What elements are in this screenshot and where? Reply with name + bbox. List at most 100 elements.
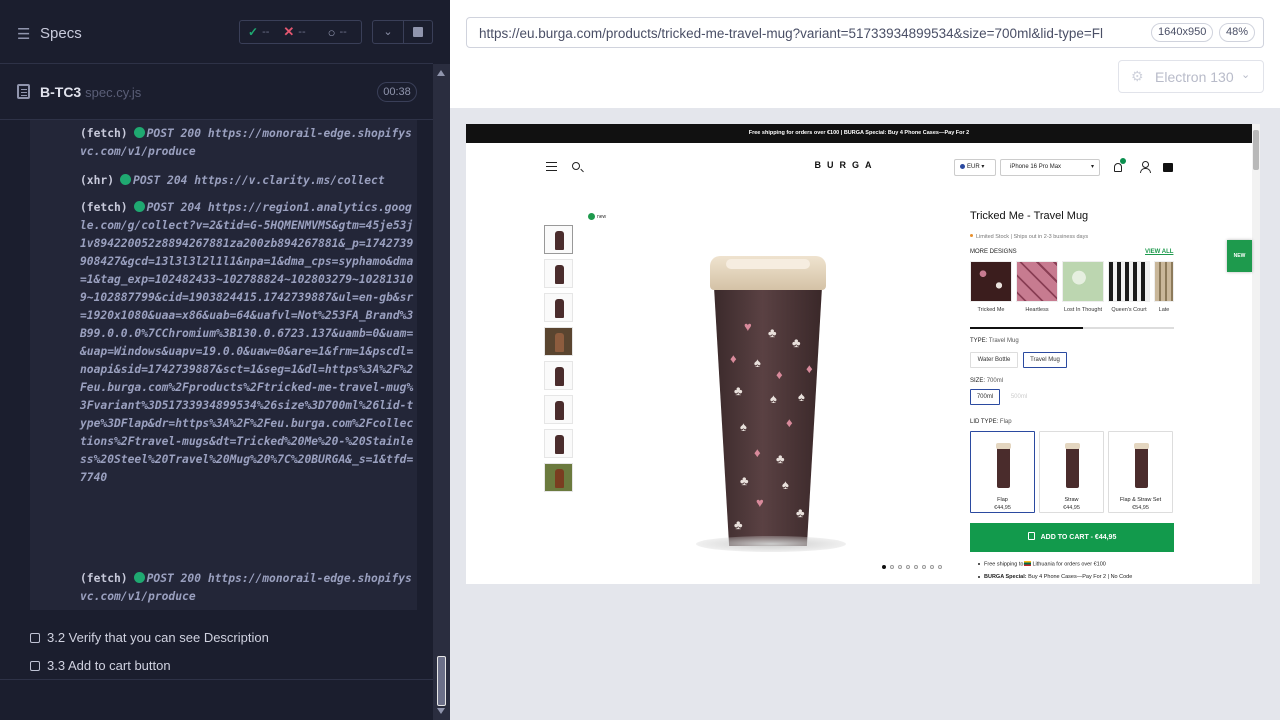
stop-button[interactable] [404, 20, 433, 44]
design-name: Queen's Court [1111, 307, 1147, 313]
aut-iframe[interactable]: Free shipping for orders over €100 | BUR… [466, 124, 1260, 584]
scroll-up-icon[interactable] [437, 70, 445, 76]
spec-extension: spec.cy.js [85, 85, 142, 100]
design-swatch[interactable] [1108, 261, 1150, 302]
design-swatch[interactable] [1062, 261, 1104, 302]
size-option-500ml[interactable]: 500ml [1004, 389, 1034, 405]
log-entry[interactable]: (xhr) POST 204 https://v.clarity.ms/colle… [80, 172, 417, 190]
chevron-down-icon: ▾ [1090, 164, 1094, 170]
add-to-cart-button[interactable]: ADD TO CART - €44,95 [970, 523, 1174, 552]
design-name: Heartless [1025, 307, 1049, 313]
spec-file-row[interactable]: B-TC3 spec.cy.js 00:38 [0, 64, 433, 120]
browser-icon: ⚙ [1131, 68, 1144, 84]
log-entry[interactable]: (fetch) POST 200 https://monorail-edge.sh… [80, 125, 417, 161]
new-badge: new [588, 213, 606, 220]
stop-icon [413, 27, 423, 37]
cypress-runner-panel: ☰ Specs ✓ -- ✕ -- ○ -- ⌄ B-TC3 spec.cy.j… [0, 0, 450, 720]
chevron-down-icon[interactable]: ⌄ [372, 20, 404, 44]
type-option-travel-mug[interactable]: Travel Mug [1023, 352, 1067, 368]
bell-icon[interactable] [1114, 163, 1122, 172]
scroll-thumb[interactable] [437, 656, 446, 706]
status-dot-icon [133, 572, 145, 583]
lithuania-flag-icon [1024, 561, 1032, 566]
test-step[interactable]: 3.2 Verify that you can see Description [30, 630, 269, 645]
design-swatch[interactable] [1154, 261, 1174, 302]
design-swatch[interactable] [970, 261, 1012, 302]
pending-icon: ○ [327, 24, 336, 40]
hamburger-icon[interactable]: ☰ [17, 25, 30, 43]
size-option-700ml[interactable]: 700ml [970, 389, 1000, 405]
product-shadow [696, 536, 846, 552]
side-widget-tab[interactable]: NEW [1227, 240, 1252, 272]
scroll-down-icon[interactable] [437, 708, 445, 714]
command-log-scrollbar[interactable] [433, 64, 450, 720]
designs-scroll-indicator[interactable] [970, 327, 1174, 329]
passed-count: -- [262, 26, 270, 38]
shipping-note: Free shipping to Lithuania for orders ove… [978, 561, 1106, 568]
spec-timer: 00:38 [377, 82, 417, 102]
currency-select[interactable]: EUR ▾ [954, 159, 996, 176]
gallery-dot[interactable] [938, 565, 942, 569]
command-log[interactable]: (fetch) POST 200 https://monorail-edge.sh… [30, 120, 417, 610]
passed-icon: ✓ [248, 25, 259, 39]
log-entry[interactable]: (fetch) POST 200 https://monorail-edge.sh… [80, 570, 417, 606]
gallery-thumbnail[interactable] [544, 463, 573, 492]
gallery-thumbnail[interactable] [544, 225, 573, 254]
gallery-thumbnail[interactable] [544, 327, 573, 356]
view-all-link[interactable]: VIEW ALL [1145, 249, 1173, 255]
file-icon [17, 84, 30, 99]
test-step[interactable]: 3.3 Add to cart button [30, 658, 171, 673]
cart-icon[interactable] [1163, 163, 1173, 172]
user-icon[interactable] [1140, 161, 1151, 173]
browser-selector-button[interactable]: ⚙ Electron 130 ⌄ [1118, 60, 1264, 93]
product-image[interactable]: ♥ ♣ ♣ ♦ ♠ ♦ ♦ ♣ ♠ ♠ ♦ ♠ ♦ ♣ ♣ ♥ ♠ ♣ ♣ [710, 256, 826, 546]
gallery-thumbnail[interactable] [544, 259, 573, 288]
log-entry[interactable]: (fetch) POST 204 https://region1.analytic… [80, 199, 417, 487]
lid-option-flap[interactable]: Flap €44,95 [970, 431, 1035, 513]
eu-flag-icon [960, 163, 965, 169]
gallery-dot[interactable] [922, 565, 926, 569]
specs-title: Specs [40, 25, 82, 42]
search-icon[interactable] [572, 162, 580, 170]
status-dot-icon [120, 174, 132, 185]
burga-logo[interactable]: BURGA [806, 160, 886, 170]
gallery-dot[interactable] [882, 565, 886, 569]
gallery-thumbnail[interactable] [544, 293, 573, 322]
lid-type-label: LID TYPE: Flap [970, 419, 1012, 425]
gallery-dot[interactable] [898, 565, 902, 569]
pending-count: -- [339, 26, 347, 38]
lid-option-flap-straw-set[interactable]: Flap & Straw Set €54,95 [1108, 431, 1173, 513]
phone-model-select[interactable]: iPhone 16 Pro Max ▾ [1000, 159, 1100, 176]
promo-bar: Free shipping for orders over €100 | BUR… [466, 124, 1252, 143]
app-under-test-panel: https://eu.burga.com/products/tricked-me… [450, 0, 1280, 720]
aut-toolbar: https://eu.burga.com/products/tricked-me… [450, 0, 1280, 108]
gallery-thumbnail[interactable] [544, 361, 573, 390]
type-label: TYPE: Travel Mug [970, 338, 1019, 344]
divider [0, 679, 433, 680]
viewport-size-badge[interactable]: 1640x950 [1151, 23, 1214, 42]
gallery-dot[interactable] [890, 565, 894, 569]
url-text[interactable]: https://eu.burga.com/products/tricked-me… [479, 26, 1144, 41]
specs-header: ☰ Specs ✓ -- ✕ -- ○ -- ⌄ [0, 0, 433, 64]
chevron-down-icon: ⌄ [1241, 69, 1251, 81]
stock-status: Limited Stock | Ships out in 2-3 busines… [970, 234, 1088, 240]
type-option-water-bottle[interactable]: Water Bottle [970, 352, 1018, 368]
iframe-scrollbar[interactable] [1252, 124, 1260, 584]
design-swatch[interactable] [1016, 261, 1058, 302]
stock-dot-icon [970, 234, 973, 237]
gallery-thumbnail[interactable] [544, 395, 573, 424]
url-bar[interactable]: https://eu.burga.com/products/tricked-me… [466, 17, 1264, 48]
failed-count: -- [298, 26, 306, 38]
gallery-dot[interactable] [914, 565, 918, 569]
gallery-dot[interactable] [906, 565, 910, 569]
gallery-thumbnail[interactable] [544, 429, 573, 458]
status-dot-icon [133, 201, 145, 212]
spec-name: B-TC3 spec.cy.js [40, 84, 142, 100]
lid-option-straw[interactable]: Straw €44,95 [1039, 431, 1104, 513]
menu-icon[interactable] [546, 162, 557, 163]
design-name: Lost In Thought [1063, 307, 1103, 313]
checkbox-icon [30, 660, 40, 671]
zoom-badge[interactable]: 48% [1219, 23, 1256, 42]
scroll-thumb[interactable] [1253, 130, 1259, 170]
gallery-dot[interactable] [930, 565, 934, 569]
